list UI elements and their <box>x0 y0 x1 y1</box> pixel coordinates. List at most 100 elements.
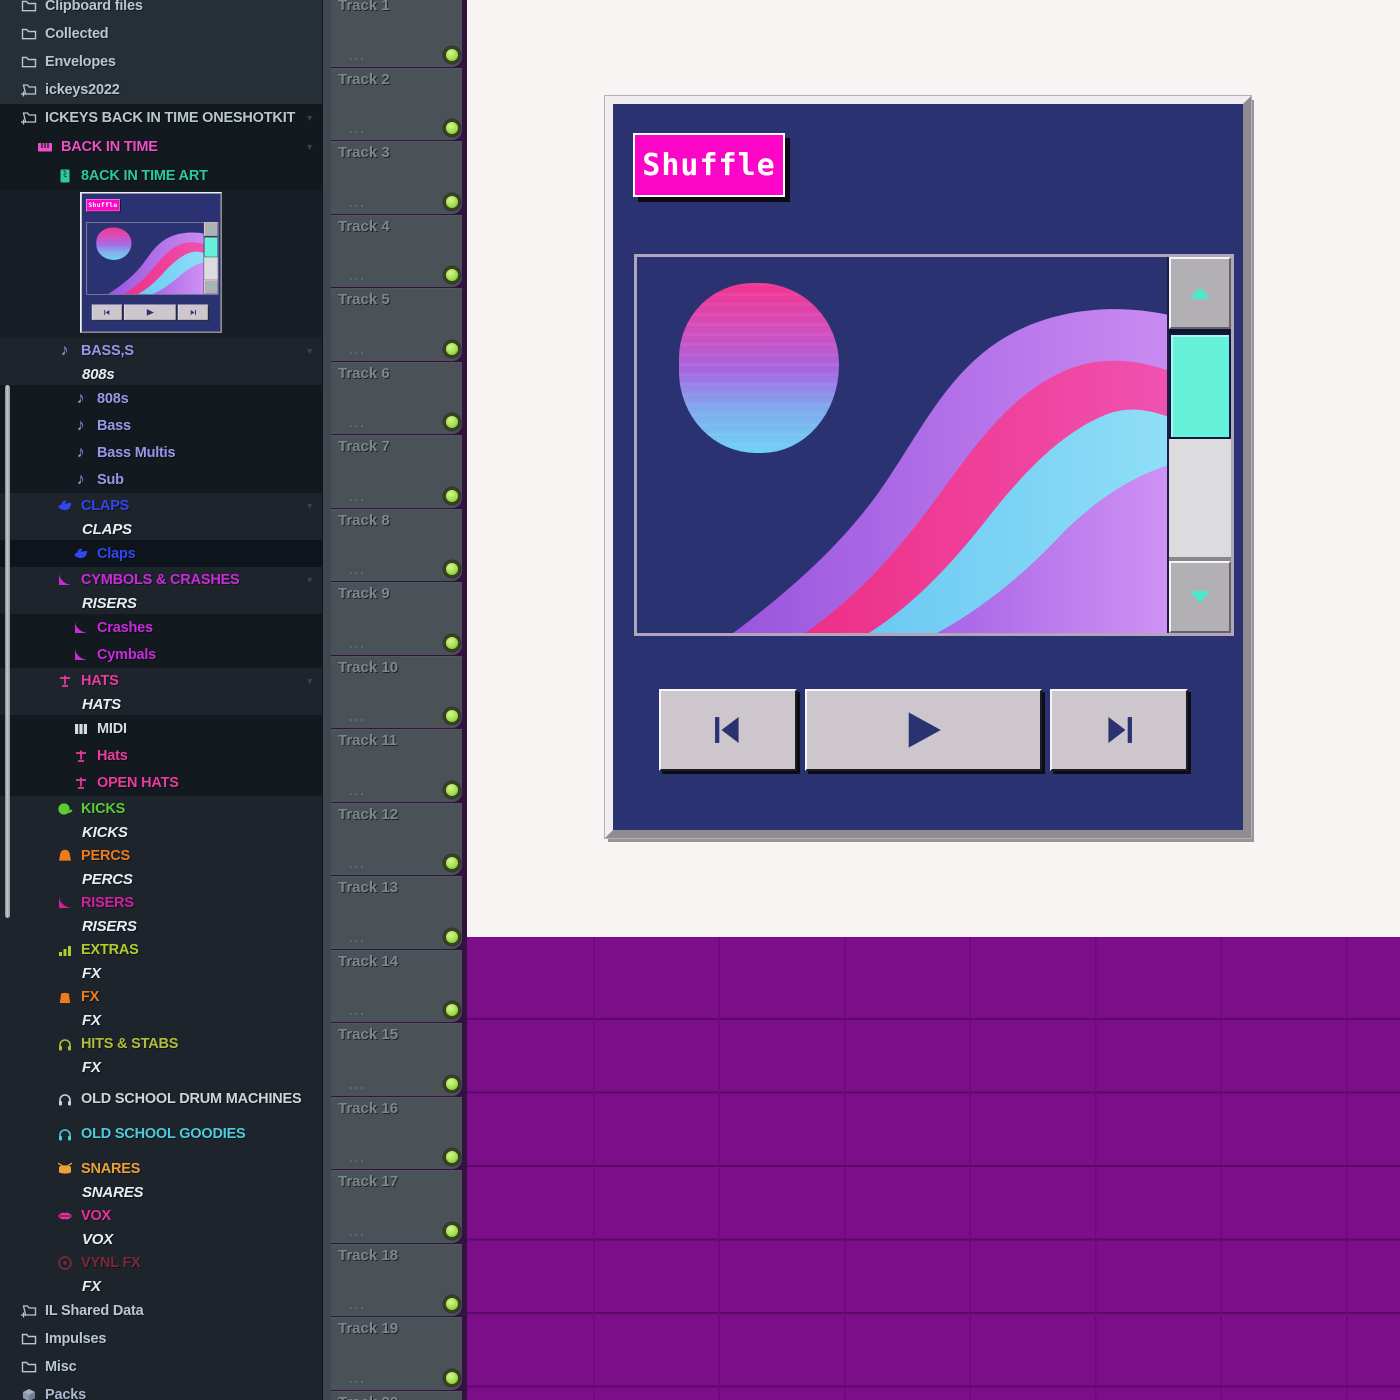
chevron-down-icon[interactable]: ▼ <box>305 501 314 511</box>
sidebar-item-kicks[interactable]: KICKS <box>0 796 322 821</box>
track-row[interactable]: Track 13... <box>331 876 462 949</box>
track-menu-dots[interactable]: ... <box>349 1003 366 1018</box>
track-row[interactable]: Track 18... <box>331 1244 462 1317</box>
track-row[interactable]: Track 3... <box>331 141 462 214</box>
shuffle-button[interactable]: Shuffle <box>633 133 785 197</box>
sidebar-item-hats[interactable]: HATS <box>0 693 322 715</box>
track-row[interactable]: Track 15... <box>331 1023 462 1096</box>
scrollbar-thumb[interactable] <box>1169 333 1231 439</box>
sidebar-item-back-in-time[interactable]: BACK IN TIME▼ <box>0 132 322 161</box>
track-led[interactable] <box>446 563 458 575</box>
sidebar-item-sub[interactable]: ♪Sub <box>0 466 322 493</box>
track-row[interactable]: Track 19... <box>331 1317 462 1390</box>
track-row[interactable]: Track 9... <box>331 582 462 655</box>
sidebar-item-risers[interactable]: RISERS <box>0 890 322 915</box>
sidebar-item-808s[interactable]: 808s <box>0 363 322 385</box>
sidebar-item-vynl-fx[interactable]: VYNL FX <box>0 1250 322 1275</box>
chevron-down-icon[interactable]: ▼ <box>305 676 314 686</box>
chevron-down-icon[interactable]: ▼ <box>305 113 314 123</box>
sidebar-item-ickeys-back-in-time-oneshotkit[interactable]: ICKEYS BACK IN TIME ONESHOTKIT▼ <box>0 104 322 132</box>
scroll-up-button[interactable] <box>1169 257 1231 329</box>
track-menu-dots[interactable]: ... <box>349 342 366 357</box>
track-led[interactable] <box>446 784 458 796</box>
track-menu-dots[interactable]: ... <box>349 121 366 136</box>
track-row[interactable]: Track 10... <box>331 656 462 729</box>
sidebar-item-fx[interactable]: FX <box>0 1275 322 1297</box>
sidebar-item-cymbals[interactable]: Cymbals <box>0 641 322 668</box>
track-led[interactable] <box>446 710 458 722</box>
play-button[interactable] <box>805 689 1042 771</box>
track-led[interactable] <box>446 122 458 134</box>
track-led[interactable] <box>446 1225 458 1237</box>
sidebar-item-extras[interactable]: EXTRAS <box>0 937 322 962</box>
scroll-down-button[interactable] <box>1169 561 1231 633</box>
sidebar-item-fx[interactable]: FX <box>0 1009 322 1031</box>
track-row[interactable]: Track 2... <box>331 68 462 141</box>
artwork-scrollbar[interactable] <box>1167 257 1231 633</box>
sidebar-item-open-hats[interactable]: OPEN HATS <box>0 769 322 796</box>
track-menu-dots[interactable]: ... <box>349 709 366 724</box>
sidebar-item-percs[interactable]: PERCS <box>0 843 322 868</box>
next-button[interactable] <box>1050 689 1188 771</box>
sidebar-item-hits-stabs[interactable]: HITS & STABS <box>0 1031 322 1056</box>
track-row[interactable]: Track 12... <box>331 803 462 876</box>
sidebar-item-il-shared-data[interactable]: IL Shared Data <box>0 1297 322 1325</box>
track-led[interactable] <box>446 1078 458 1090</box>
sidebar-item-fx[interactable]: FX <box>0 984 322 1009</box>
sidebar-item-bass[interactable]: ♪Bass <box>0 412 322 439</box>
track-menu-dots[interactable]: ... <box>349 1077 366 1092</box>
sidebar-item-risers[interactable]: RISERS <box>0 915 322 937</box>
sidebar-item-cymbols-crashes[interactable]: CYMBOLS & CRASHES▼ <box>0 567 322 592</box>
sidebar-item-collected[interactable]: Collected <box>0 20 322 48</box>
track-row[interactable]: Track 11... <box>331 729 462 802</box>
sidebar-item-bass-multis[interactable]: ♪Bass Multis <box>0 439 322 466</box>
track-row[interactable]: Track 17... <box>331 1170 462 1243</box>
track-menu-dots[interactable]: ... <box>349 268 366 283</box>
sidebar-item-fx[interactable]: FX <box>0 962 322 984</box>
track-row[interactable]: Track 7... <box>331 435 462 508</box>
track-led[interactable] <box>446 490 458 502</box>
sidebar-item-8ack-in-time-art[interactable]: 8ACK IN TIME ART <box>0 161 322 190</box>
track-led[interactable] <box>446 1151 458 1163</box>
sidebar-item-fx[interactable]: FX <box>0 1056 322 1078</box>
sidebar-item-claps[interactable]: CLAPS <box>0 518 322 540</box>
sidebar-item-claps[interactable]: CLAPS▼ <box>0 493 322 518</box>
sidebar-item-kicks[interactable]: KICKS <box>0 821 322 843</box>
sidebar-item-808s[interactable]: ♪808s <box>0 385 322 412</box>
track-row[interactable]: Track 6... <box>331 362 462 435</box>
track-menu-dots[interactable]: ... <box>349 856 366 871</box>
track-menu-dots[interactable]: ... <box>349 1224 366 1239</box>
chevron-down-icon[interactable]: ▼ <box>305 142 314 152</box>
playlist-grid[interactable] <box>467 937 1400 1400</box>
sidebar-item-misc[interactable]: Misc <box>0 1353 322 1381</box>
sidebar-scrollbar-thumb[interactable] <box>5 385 10 918</box>
previous-button[interactable] <box>659 689 797 771</box>
track-row[interactable]: Track 20... <box>331 1391 462 1400</box>
track-menu-dots[interactable]: ... <box>349 48 366 63</box>
sidebar-item-midi[interactable]: MIDI <box>0 715 322 742</box>
track-menu-dots[interactable]: ... <box>349 783 366 798</box>
sidebar-item-ickeys2022[interactable]: ickeys2022 <box>0 76 322 104</box>
track-led[interactable] <box>446 343 458 355</box>
track-row[interactable]: Track 14... <box>331 950 462 1023</box>
track-row[interactable]: Track 16... <box>331 1097 462 1170</box>
track-menu-dots[interactable]: ... <box>349 562 366 577</box>
track-led[interactable] <box>446 49 458 61</box>
sidebar-item-snares[interactable]: SNARES <box>0 1156 322 1181</box>
sidebar-item-percs[interactable]: PERCS <box>0 868 322 890</box>
sidebar-item-bass-s[interactable]: ♪BASS,S▼ <box>0 338 322 363</box>
sidebar-item-vox[interactable]: VOX <box>0 1203 322 1228</box>
track-row[interactable]: Track 4... <box>331 215 462 288</box>
track-row[interactable]: Track 8... <box>331 509 462 582</box>
sidebar-item-hats[interactable]: Hats <box>0 742 322 769</box>
track-menu-dots[interactable]: ... <box>349 195 366 210</box>
track-led[interactable] <box>446 931 458 943</box>
track-led[interactable] <box>446 1004 458 1016</box>
track-menu-dots[interactable]: ... <box>349 1297 366 1312</box>
sidebar-item-envelopes[interactable]: Envelopes <box>0 48 322 76</box>
track-led[interactable] <box>446 416 458 428</box>
track-menu-dots[interactable]: ... <box>349 415 366 430</box>
track-menu-dots[interactable]: ... <box>349 489 366 504</box>
sidebar-item-old-school-drum-machines[interactable]: OLD SCHOOL DRUM MACHINES <box>0 1086 322 1111</box>
chevron-down-icon[interactable]: ▼ <box>305 575 314 585</box>
